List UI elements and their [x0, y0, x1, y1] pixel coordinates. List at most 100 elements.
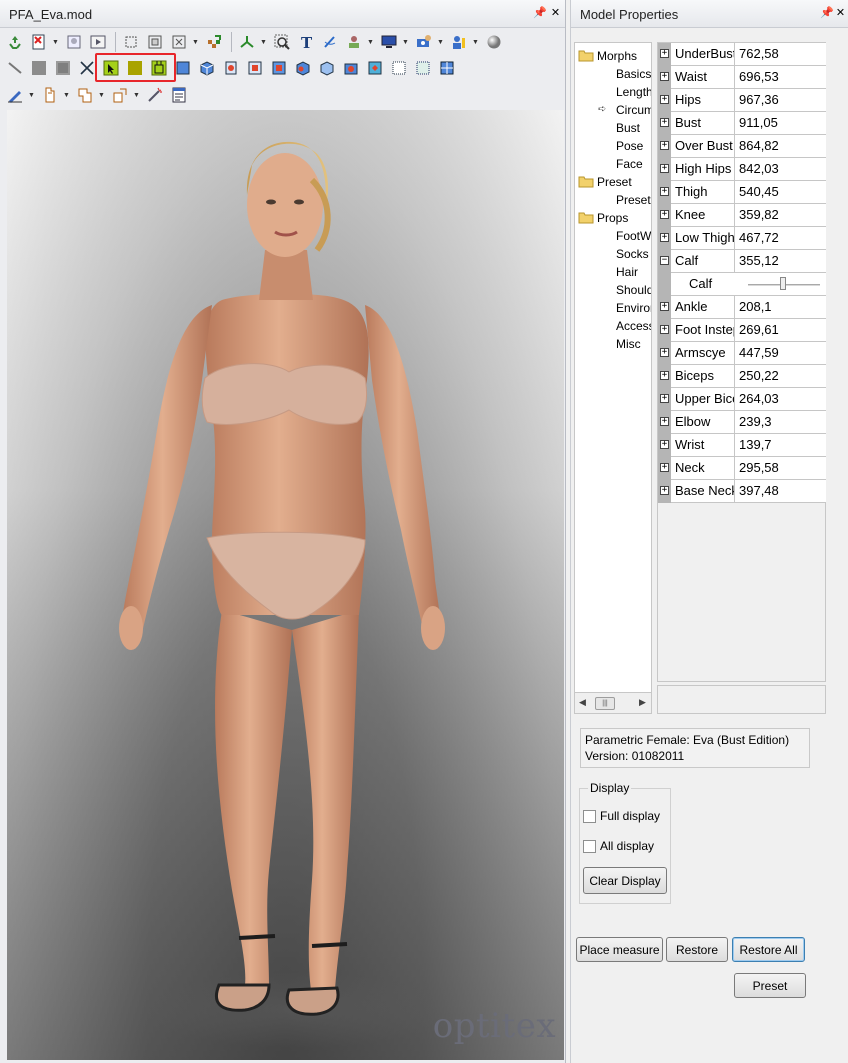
view-front-icon[interactable] — [172, 57, 194, 79]
all-display-checkbox[interactable]: All display — [583, 838, 654, 854]
pin-icon[interactable]: 📌 — [533, 7, 547, 20]
expand-icon[interactable]: + — [660, 371, 669, 380]
text-icon[interactable]: T — [295, 31, 317, 53]
dropdown-arrow-icon[interactable]: ▼ — [437, 39, 445, 46]
restore-button[interactable]: Restore — [666, 937, 728, 962]
tree-item-hair[interactable]: Hair — [616, 263, 638, 281]
dropdown-arrow-icon[interactable]: ▼ — [472, 39, 480, 46]
axes-icon[interactable] — [236, 31, 258, 53]
magic-wand-icon[interactable] — [144, 84, 166, 106]
property-value[interactable]: 762,58 — [735, 43, 826, 66]
tree-item-face[interactable]: Face — [616, 155, 643, 173]
frame-icon[interactable] — [120, 31, 142, 53]
view-iso-icon[interactable] — [316, 57, 338, 79]
property-row[interactable]: + Knee 359,82 — [658, 204, 826, 227]
checker-icon[interactable] — [203, 31, 225, 53]
property-row[interactable]: + Neck 295,58 — [658, 457, 826, 480]
dropdown-arrow-icon[interactable]: ▼ — [98, 92, 106, 99]
grid-fine-icon[interactable] — [412, 57, 434, 79]
property-value[interactable]: 447,59 — [735, 342, 826, 365]
report-icon[interactable] — [168, 84, 190, 106]
property-value[interactable]: 540,45 — [735, 181, 826, 204]
property-value[interactable]: 295,58 — [735, 457, 826, 480]
property-value[interactable]: 911,05 — [735, 112, 826, 135]
property-value[interactable]: 967,36 — [735, 89, 826, 112]
property-value[interactable]: 696,53 — [735, 66, 826, 89]
property-value[interactable]: 864,82 — [735, 135, 826, 158]
fill-square-icon[interactable] — [124, 57, 146, 79]
3d-viewport[interactable]: optitex — [7, 110, 564, 1060]
square-tool-icon[interactable] — [28, 57, 50, 79]
checkbox-box[interactable] — [583, 809, 596, 823]
tree-item-socks[interactable]: Socks — [616, 245, 649, 263]
tree-folder-preset[interactable]: Preset — [578, 173, 632, 191]
dropdown-arrow-icon[interactable]: ▼ — [133, 92, 141, 99]
paste-pieces-icon[interactable] — [74, 84, 96, 106]
property-row[interactable]: + High Hips 842,03 — [658, 158, 826, 181]
pencil-icon[interactable] — [4, 84, 26, 106]
expand-icon[interactable]: + — [660, 187, 669, 196]
sphere-icon[interactable] — [483, 31, 505, 53]
property-row[interactable]: + Armscye 447,59 — [658, 342, 826, 365]
property-value[interactable]: 359,82 — [735, 204, 826, 227]
category-tree[interactable]: Morphs Basics Length ➪ Circumference Bust Pose… — [574, 42, 652, 714]
expand-icon[interactable]: + — [660, 325, 669, 334]
property-row[interactable]: + Thigh 540,45 — [658, 181, 826, 204]
property-row[interactable]: + Waist 696,53 — [658, 66, 826, 89]
copy-pieces-icon[interactable] — [39, 84, 61, 106]
expand-icon[interactable]: + — [660, 118, 669, 127]
close-frame-icon[interactable] — [168, 31, 190, 53]
view-iso2-icon[interactable] — [340, 57, 362, 79]
grid-dots-icon[interactable] — [388, 57, 410, 79]
view-back-icon[interactable] — [196, 57, 218, 79]
pin-icon[interactable]: 📌 — [820, 7, 834, 20]
scroll-left-icon[interactable]: ◀ — [579, 697, 586, 708]
expand-icon[interactable]: + — [660, 463, 669, 472]
square-dark-icon[interactable] — [52, 57, 74, 79]
grid-blue-icon[interactable] — [436, 57, 458, 79]
dropdown-arrow-icon[interactable]: ▼ — [28, 92, 36, 99]
dropdown-arrow-icon[interactable]: ▼ — [63, 92, 71, 99]
property-value[interactable]: 264,03 — [735, 388, 826, 411]
tree-item-length[interactable]: Length — [616, 83, 651, 101]
tree-item-circumference[interactable]: ➪ Circumference — [598, 101, 651, 119]
close-icon[interactable]: ✕ — [834, 7, 847, 20]
full-display-checkbox[interactable]: Full display — [583, 808, 660, 824]
line-tool-icon[interactable] — [4, 57, 26, 79]
scroll-thumb[interactable]: ||| — [595, 697, 615, 710]
property-row[interactable]: + Wrist 139,7 — [658, 434, 826, 457]
expand-icon[interactable]: + — [660, 233, 669, 242]
property-value[interactable]: 467,72 — [735, 227, 826, 250]
camera-group-icon[interactable] — [413, 31, 435, 53]
zoom-fit-icon[interactable] — [271, 31, 293, 53]
tree-item-pose[interactable]: Pose — [616, 137, 643, 155]
property-value[interactable]: 250,22 — [735, 365, 826, 388]
avatar-group-icon[interactable] — [448, 31, 470, 53]
expand-icon[interactable]: + — [660, 417, 669, 426]
checkbox-box[interactable] — [583, 839, 596, 853]
expand-icon[interactable]: + — [660, 141, 669, 150]
tree-folder-props[interactable]: Props — [578, 209, 628, 227]
property-grid[interactable]: + UnderBust 762,58 + Waist 696,53 + Hips 967,36 +… — [657, 42, 826, 682]
property-value[interactable]: 842,03 — [735, 158, 826, 181]
preset-button[interactable]: Preset — [734, 973, 806, 998]
property-row[interactable]: + Over Bust 864,82 — [658, 135, 826, 158]
view-bottom-icon[interactable] — [292, 57, 314, 79]
expand-icon[interactable]: + — [660, 95, 669, 104]
recycle-icon[interactable] — [4, 31, 26, 53]
select-frame-icon[interactable] — [144, 31, 166, 53]
tree-item-preset[interactable]: Preset — [616, 191, 651, 209]
property-row[interactable]: + Foot Instep 269,61 — [658, 319, 826, 342]
property-row[interactable]: + Base Neck 397,48 — [658, 480, 826, 503]
dropdown-arrow-icon[interactable]: ▼ — [192, 39, 200, 46]
tree-item-misc[interactable]: Misc — [616, 335, 641, 353]
pen-icon[interactable] — [319, 31, 341, 53]
view-right-icon[interactable] — [244, 57, 266, 79]
tree-item-environment[interactable]: Environment — [616, 299, 651, 317]
tree-item-footwear[interactable]: FootWear — [616, 227, 651, 245]
property-row[interactable]: + Biceps 250,22 — [658, 365, 826, 388]
cross-tool-icon[interactable] — [76, 57, 98, 79]
property-row[interactable]: − Calf 355,12 — [658, 250, 826, 273]
view-top-icon[interactable] — [268, 57, 290, 79]
view-persp-icon[interactable] — [364, 57, 386, 79]
